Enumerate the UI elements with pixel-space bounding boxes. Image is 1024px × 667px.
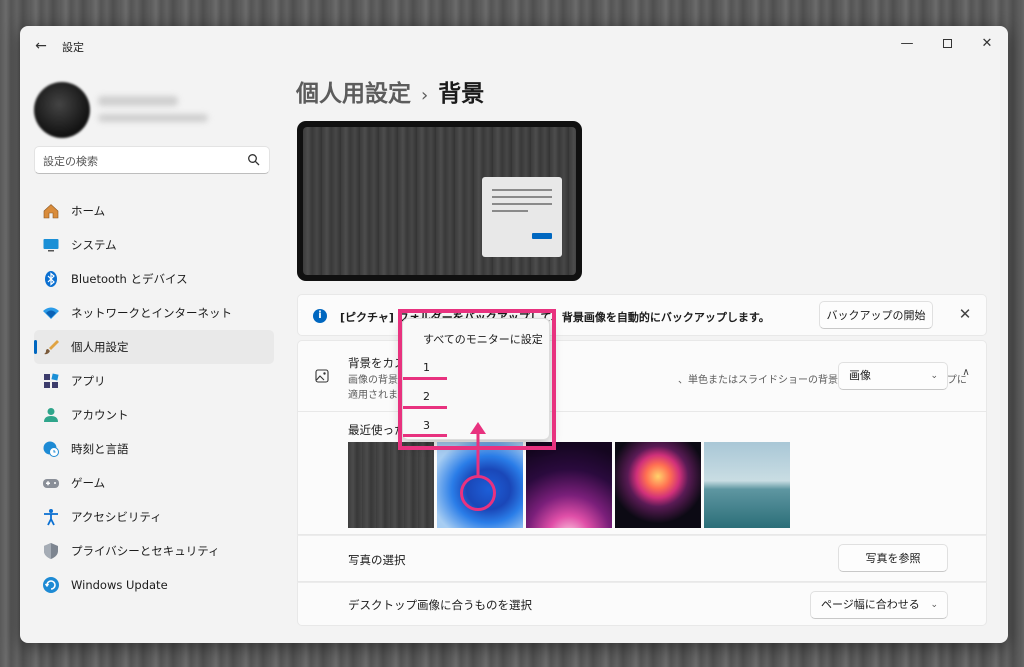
close-icon[interactable]: ✕: [956, 305, 974, 323]
sidebar-item-label: ホーム: [71, 204, 106, 218]
preview-wallpaper: [303, 127, 576, 275]
sidebar-item-label: アクセシビリティ: [71, 510, 162, 524]
fit-dropdown[interactable]: ページ幅に合わせる ⌄: [810, 591, 948, 619]
apps-icon: [42, 372, 60, 390]
background-type-dropdown[interactable]: 画像 ⌄: [838, 362, 948, 390]
minimize-button[interactable]: —: [892, 32, 922, 56]
image-icon: [315, 369, 329, 383]
user-email-redacted: [98, 114, 208, 122]
recent-image-thumbnail[interactable]: [526, 442, 612, 528]
chevron-up-icon[interactable]: ∧: [958, 367, 974, 383]
sidebar-item-label: 時刻と言語: [71, 442, 129, 456]
search-icon[interactable]: [247, 153, 261, 167]
sidebar-item-accessibility[interactable]: アクセシビリティ: [34, 500, 274, 534]
accessibility-icon: [42, 508, 60, 526]
sidebar-item-bluetooth[interactable]: Bluetooth とデバイス: [34, 262, 274, 296]
sidebar-item-label: 個人用設定: [71, 340, 129, 354]
choose-photo-row: 写真の選択 写真を参照: [297, 535, 987, 582]
recent-image-thumbnail[interactable]: [348, 442, 434, 528]
sidebar-item-home[interactable]: ホーム: [34, 194, 274, 228]
shield-icon: [42, 542, 60, 560]
breadcrumb: 個人用設定 › 背景: [296, 74, 484, 108]
sidebar-item-label: システム: [71, 238, 117, 252]
sidebar-item-label: ゲーム: [71, 476, 106, 490]
personalization-icon: [42, 338, 60, 356]
arrow-left-icon: ←: [35, 38, 47, 54]
sidebar-item-label: Bluetooth とデバイス: [71, 272, 188, 286]
sidebar-item-privacy[interactable]: プライバシーとセキュリティ: [34, 534, 274, 568]
sidebar-item-label: Windows Update: [71, 578, 168, 592]
sidebar-item-gaming[interactable]: ゲーム: [34, 466, 274, 500]
search-input[interactable]: [43, 152, 233, 170]
sidebar-item-personalization[interactable]: 個人用設定: [34, 330, 274, 364]
sidebar-item-accounts[interactable]: アカウント: [34, 398, 274, 432]
browse-photos-button[interactable]: 写真を参照: [838, 544, 948, 572]
bluetooth-icon: [42, 270, 60, 288]
choose-photo-label: 写真の選択: [348, 553, 406, 567]
sidebar-nav: ホーム システム Bluetooth とデバイス ネットワークとインターネット …: [34, 194, 274, 602]
time-language-icon: [42, 440, 60, 458]
sidebar-item-time-language[interactable]: 時刻と言語: [34, 432, 274, 466]
sidebar-item-label: ネットワークとインターネット: [71, 306, 232, 320]
fit-label: デスクトップ画像に合うものを選択: [348, 598, 532, 612]
dropdown-value: 画像: [849, 369, 871, 382]
sidebar-item-system[interactable]: システム: [34, 228, 274, 262]
windows-update-icon: [42, 576, 60, 594]
dropdown-value: ページ幅に合わせる: [821, 598, 920, 611]
info-icon: i: [313, 309, 327, 323]
breadcrumb-separator: ›: [421, 85, 429, 106]
sidebar-item-label: アプリ: [71, 374, 106, 388]
maximize-button[interactable]: [932, 32, 962, 56]
breadcrumb-parent[interactable]: 個人用設定: [296, 81, 411, 107]
maximize-icon: [942, 39, 952, 48]
home-icon: [42, 202, 60, 220]
preview-window: [482, 177, 562, 257]
close-button[interactable]: ✕: [972, 32, 1002, 56]
chevron-down-icon: ⌄: [930, 600, 938, 610]
system-icon: [42, 236, 60, 254]
sidebar-item-label: プライバシーとセキュリティ: [71, 544, 220, 558]
desktop-preview: [297, 121, 582, 281]
fit-row: デスクトップ画像に合うものを選択 ページ幅に合わせる ⌄: [297, 582, 987, 626]
back-button[interactable]: ←: [30, 36, 52, 56]
preview-accent-button: [532, 233, 552, 239]
user-name-redacted: [98, 96, 178, 106]
start-backup-button[interactable]: バックアップの開始: [819, 301, 933, 329]
gaming-icon: [42, 474, 60, 492]
sidebar-item-network[interactable]: ネットワークとインターネット: [34, 296, 274, 330]
sidebar-item-windows-update[interactable]: Windows Update: [34, 568, 274, 602]
user-profile[interactable]: [34, 78, 274, 148]
sidebar-item-label: アカウント: [71, 408, 129, 422]
network-icon: [42, 304, 60, 322]
account-icon: [42, 406, 60, 424]
recent-image-thumbnail[interactable]: [615, 442, 701, 528]
recent-images-list: [348, 442, 790, 528]
annotation-circle: [460, 475, 496, 511]
chevron-down-icon: ⌄: [930, 371, 938, 381]
search-box[interactable]: [34, 146, 270, 174]
recent-image-thumbnail[interactable]: [704, 442, 790, 528]
avatar: [34, 82, 90, 138]
annotation-arrow-icon: [470, 422, 486, 476]
title-bar: ← 設定 — ✕: [20, 26, 1008, 66]
sidebar-item-apps[interactable]: アプリ: [34, 364, 274, 398]
app-title: 設定: [62, 41, 84, 54]
page-title: 背景: [438, 81, 485, 107]
